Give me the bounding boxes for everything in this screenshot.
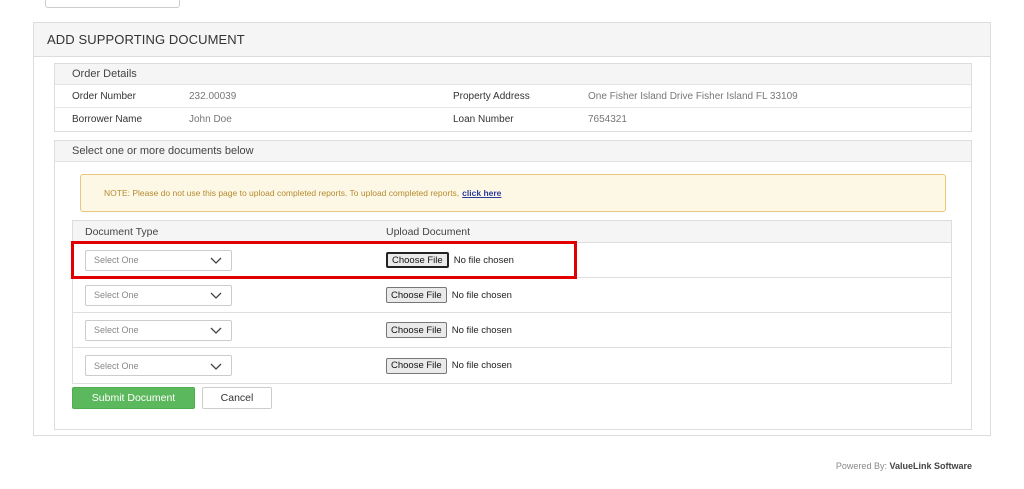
choose-file-button[interactable]: Choose File bbox=[386, 252, 449, 268]
footer-brand: ValueLink Software bbox=[889, 461, 972, 471]
borrower-name-label: Borrower Name bbox=[72, 114, 143, 125]
document-type-header: Document Type bbox=[85, 225, 159, 238]
click-here-link[interactable]: click here bbox=[462, 188, 501, 198]
add-document-panel: ADD SUPPORTING DOCUMENT Order Details Or… bbox=[33, 22, 991, 436]
documents-heading: Select one or more documents below bbox=[55, 141, 971, 162]
panel-title: ADD SUPPORTING DOCUMENT bbox=[34, 23, 990, 57]
file-status: No file chosen bbox=[451, 360, 512, 371]
order-details-section: Order Details Order Number 232.00039 Pro… bbox=[54, 63, 972, 132]
cancel-button[interactable]: Cancel bbox=[202, 387, 272, 409]
document-type-select[interactable]: Select One bbox=[85, 319, 232, 341]
select-value: Select One bbox=[94, 255, 139, 265]
submit-document-button[interactable]: Submit Document bbox=[72, 387, 195, 409]
order-number-value: 232.00039 bbox=[189, 90, 237, 102]
order-details-heading: Order Details bbox=[55, 64, 971, 85]
table-row: Select One Choose File No file chosen bbox=[73, 278, 951, 313]
file-status: No file chosen bbox=[451, 324, 512, 336]
select-value: Select One bbox=[94, 325, 139, 335]
property-address-label: Property Address bbox=[453, 90, 530, 102]
choose-file-button[interactable]: Choose File bbox=[386, 322, 447, 338]
select-value: Select One bbox=[94, 360, 139, 371]
file-status: No file chosen bbox=[451, 289, 512, 301]
select-value: Select One bbox=[94, 290, 139, 300]
upload-note: NOTE: Please do not use this page to upl… bbox=[80, 174, 946, 212]
footer-prefix: Powered By: bbox=[835, 461, 887, 471]
document-type-select[interactable]: Select One bbox=[85, 249, 232, 271]
choose-file-button[interactable]: Choose File bbox=[386, 357, 447, 374]
table-row: Select One Choose File No file chosen bbox=[73, 313, 951, 348]
order-number-label: Order Number bbox=[72, 90, 136, 102]
document-type-select[interactable]: Select One bbox=[85, 284, 232, 306]
footer-credit: Powered By: ValueLink Software bbox=[836, 461, 972, 471]
loan-number-value: 7654321 bbox=[588, 114, 627, 125]
documents-table: Document Type Upload Document Select One… bbox=[72, 220, 952, 384]
borrower-name-value: John Doe bbox=[189, 114, 232, 125]
order-details-row: Borrower Name John Doe Loan Number 76543… bbox=[55, 108, 971, 131]
choose-file-button[interactable]: Choose File bbox=[386, 287, 447, 303]
chevron-down-icon bbox=[210, 363, 222, 370]
table-header: Document Type Upload Document bbox=[73, 221, 951, 243]
chevron-down-icon bbox=[210, 327, 222, 334]
document-type-select[interactable]: Select One bbox=[85, 355, 232, 376]
order-details-row: Order Number 232.00039 Property Address … bbox=[55, 85, 971, 108]
note-text: NOTE: Please do not use this page to upl… bbox=[104, 188, 460, 198]
table-row: Select One Choose File No file chosen bbox=[73, 243, 951, 278]
property-address-value: One Fisher Island Drive Fisher Island FL… bbox=[588, 90, 798, 102]
file-status: No file chosen bbox=[453, 254, 514, 266]
upload-document-header: Upload Document bbox=[386, 225, 471, 238]
table-row: Select One Choose File No file chosen bbox=[73, 348, 951, 383]
chevron-down-icon bbox=[210, 257, 222, 264]
chevron-down-icon bbox=[210, 292, 222, 299]
loan-number-label: Loan Number bbox=[453, 114, 514, 125]
top-partial-button[interactable] bbox=[45, 0, 180, 8]
